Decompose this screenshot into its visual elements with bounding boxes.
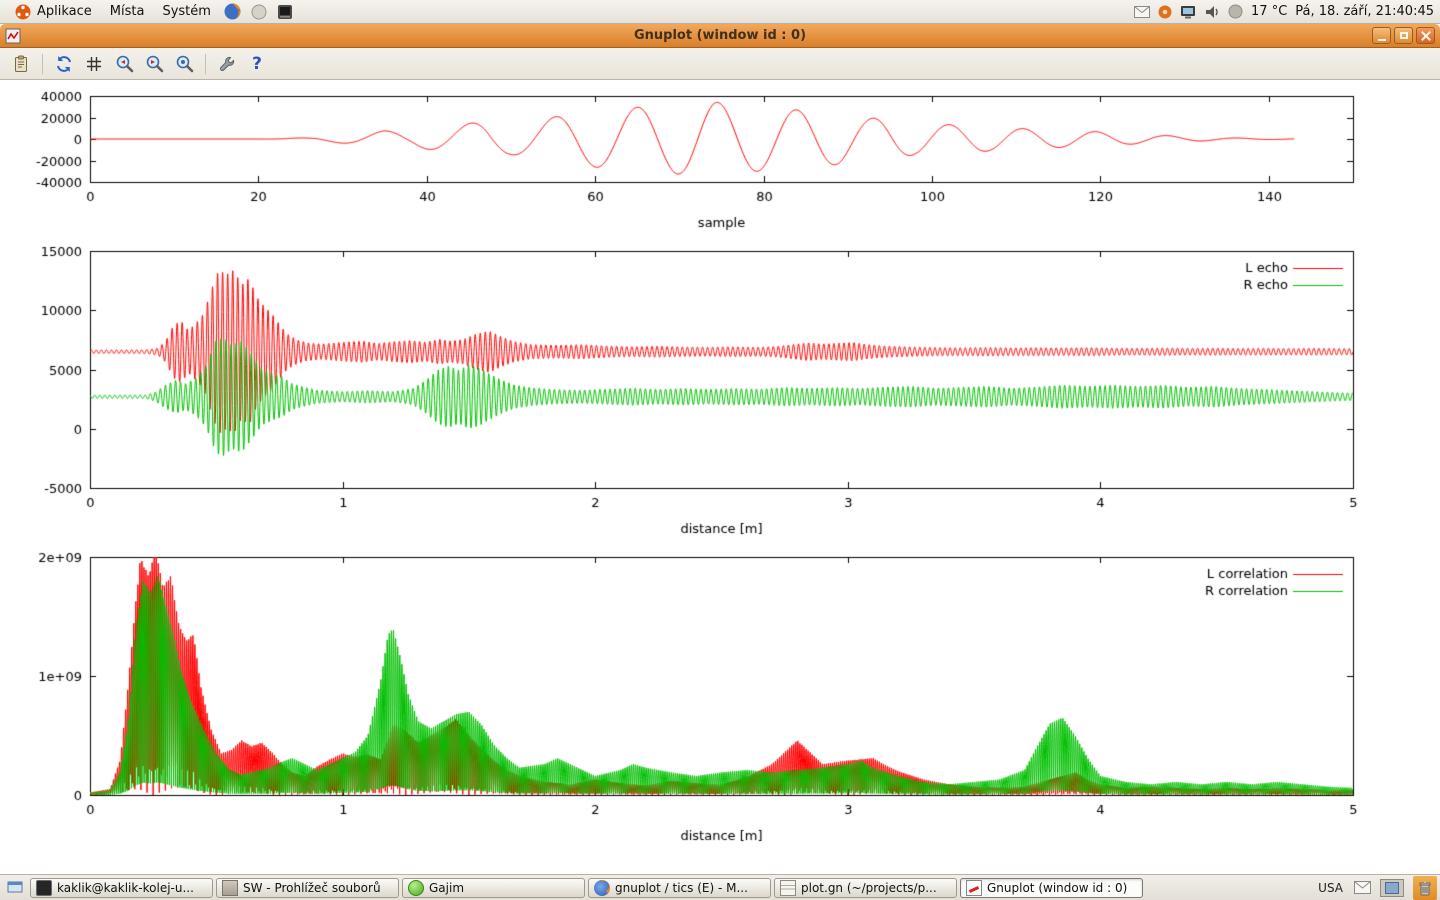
taskbar-item[interactable]: Gnuplot (window id : 0) — [960, 878, 1143, 898]
help-button[interactable]: ? — [244, 51, 270, 77]
display-settings-icon[interactable] — [1180, 5, 1196, 19]
clipboard-icon — [12, 55, 30, 73]
trash-icon — [1418, 880, 1432, 896]
gnuplot-plots-canvas[interactable] — [0, 80, 1440, 874]
maximize-icon — [1400, 32, 1408, 39]
volume-icon[interactable] — [1204, 5, 1220, 19]
temperature-indicator[interactable]: 17 °C — [1251, 4, 1287, 19]
taskbar-item[interactable]: plot.gn (~/projects/p... — [774, 878, 957, 898]
window-controls — [1372, 27, 1435, 44]
copy-to-clipboard-button[interactable] — [8, 51, 34, 77]
mail-icon[interactable] — [1354, 881, 1371, 894]
firefox-launcher[interactable] — [221, 3, 245, 20]
desktop-screen: Aplikace Místa Systém — [0, 0, 1440, 900]
panel-menus: Aplikace Místa Systém — [6, 2, 297, 22]
titlebar[interactable]: Gnuplot (window id : 0) — [0, 24, 1440, 48]
firefox-icon — [594, 880, 610, 896]
taskbar-item-label: SW - Prohlížeč souborů — [243, 881, 381, 895]
refresh-icon — [55, 55, 73, 73]
taskbar-item[interactable]: kaklik@kaklik-kolej-u... — [30, 878, 213, 898]
autoscale-button[interactable] — [171, 51, 197, 77]
clock[interactable]: Pá, 18. září, 21:40:45 — [1295, 4, 1434, 19]
menu-system-label: Systém — [162, 4, 210, 19]
taskbar-item[interactable]: SW - Prohlížeč souborů — [216, 878, 399, 898]
gnuplot-toolbar: ? — [0, 48, 1440, 80]
toolbar-separator — [205, 54, 206, 74]
menu-applications-label: Aplikace — [37, 4, 92, 19]
wrench-icon — [218, 55, 236, 73]
taskbar-item-label: Gajim — [429, 881, 464, 895]
show-desktop-button[interactable] — [3, 878, 27, 898]
mail-notification-icon[interactable] — [1134, 6, 1150, 18]
menu-places[interactable]: Místa — [102, 2, 153, 21]
window-title: Gnuplot (window id : 0) — [0, 28, 1440, 43]
workspace-thumbnail — [1385, 882, 1399, 894]
terminal-launcher[interactable] — [273, 4, 297, 20]
keyboard-layout-indicator[interactable]: USA — [1316, 881, 1345, 895]
file-manager-icon — [222, 880, 238, 896]
gnuplot-window-icon — [5, 28, 21, 44]
show-desktop-icon — [7, 881, 23, 895]
top-panel: Aplikace Místa Systém — [0, 0, 1440, 24]
configure-button[interactable] — [214, 51, 240, 77]
zoom-next-button[interactable] — [141, 51, 167, 77]
taskbar-item-label: kaklik@kaklik-kolej-u... — [57, 881, 194, 895]
taskbar-item-label: plot.gn (~/projects/p... — [801, 881, 937, 895]
toolbar-separator — [42, 54, 43, 74]
minimize-icon — [1378, 39, 1386, 41]
help-icon: ? — [252, 54, 262, 74]
menu-places-label: Místa — [110, 4, 145, 19]
zoom-previous-button[interactable] — [111, 51, 137, 77]
taskbar-tray: USA — [1316, 876, 1437, 900]
grid-icon — [85, 55, 103, 73]
gajim-icon — [408, 880, 424, 896]
ubuntu-logo-icon — [14, 4, 32, 20]
plot-area — [0, 80, 1440, 874]
help-launcher[interactable] — [247, 4, 271, 20]
software-update-icon[interactable] — [1158, 5, 1172, 19]
close-icon — [1420, 31, 1432, 41]
weather-icon[interactable] — [1228, 4, 1243, 19]
terminal-icon — [36, 880, 52, 896]
taskbar-item-label: gnuplot / tics (E) - M... — [615, 881, 748, 895]
gnuplot-icon — [966, 880, 982, 896]
minimize-button[interactable] — [1372, 27, 1391, 44]
taskbar-item[interactable]: gnuplot / tics (E) - M... — [588, 878, 771, 898]
taskbar: kaklik@kaklik-kolej-u... SW - Prohlížeč s… — [0, 874, 1440, 900]
autoscale-icon — [175, 54, 194, 73]
menu-applications[interactable]: Aplikace — [6, 2, 100, 22]
trash-applet[interactable] — [1413, 876, 1437, 900]
close-button[interactable] — [1416, 27, 1435, 44]
taskbar-item[interactable]: Gajim — [402, 878, 585, 898]
taskbar-item-label: Gnuplot (window id : 0) — [987, 881, 1127, 895]
text-editor-icon — [780, 880, 796, 896]
replot-button[interactable] — [51, 51, 77, 77]
gnuplot-window: Gnuplot (window id : 0) — [0, 24, 1440, 874]
maximize-button[interactable] — [1394, 27, 1413, 44]
panel-tray: 17 °C Pá, 18. září, 21:40:45 — [1134, 4, 1434, 19]
toggle-grid-button[interactable] — [81, 51, 107, 77]
menu-system[interactable]: Systém — [154, 2, 218, 21]
zoom-next-icon — [145, 54, 164, 73]
workspace-switcher[interactable] — [1380, 879, 1404, 897]
taskbar-items: kaklik@kaklik-kolej-u... SW - Prohlížeč s… — [30, 878, 1143, 898]
zoom-previous-icon — [115, 54, 134, 73]
